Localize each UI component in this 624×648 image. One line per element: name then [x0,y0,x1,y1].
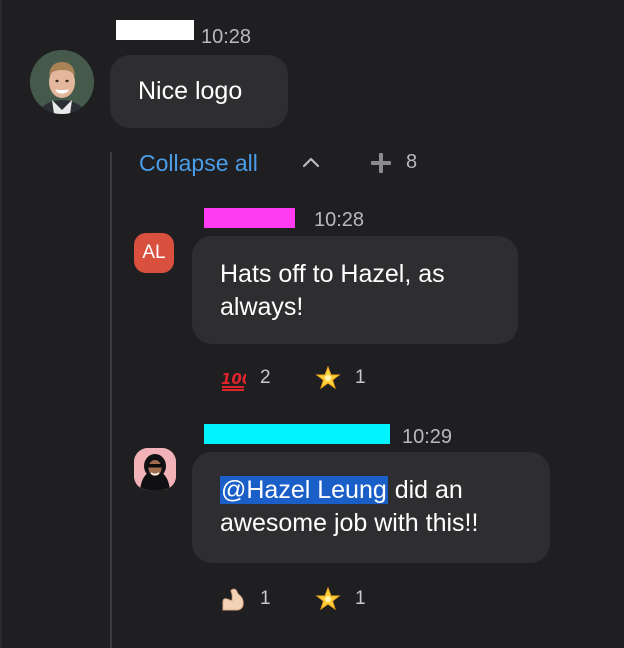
hundred-points-icon: 100 [221,370,246,391]
glowing-star-icon [315,586,341,611]
avatar[interactable] [30,50,94,114]
reaction-pill[interactable]: 1 [315,365,366,391]
glowing-star-icon [315,365,341,390]
sender-name-redacted[interactable] [204,424,390,444]
svg-text:100: 100 [221,370,246,388]
reaction-count: 2 [260,367,271,388]
user-photo-icon [134,448,176,490]
reaction-count: 8 [406,151,418,173]
user-mention-link[interactable]: @Hazel Leung [220,476,388,504]
message-text: Nice logo [138,77,243,105]
reaction-count: 1 [260,588,271,609]
chevron-up-icon[interactable] [301,154,321,170]
reaction-pill[interactable]: 1 [220,586,271,612]
reaction-pill[interactable]: 1 [315,586,366,612]
user-photo-icon [30,50,94,114]
message-timestamp: 10:29 [402,426,453,448]
thread-line [110,152,112,648]
chat-thread-view: 10:28 Nice logo Collapse all 8 10:28 AL [0,0,624,648]
sender-name-redacted[interactable] [204,208,295,228]
message-bubble[interactable]: @Hazel Leung did an awesome job with thi… [192,452,550,563]
reaction-pill[interactable]: 100 2 [220,365,271,391]
message-timestamp: 10:28 [201,26,252,48]
reaction-count: 1 [355,367,366,388]
message-text: Hats off to Hazel, as always! [220,260,445,321]
avatar[interactable] [134,448,176,490]
flexed-biceps-icon [222,588,244,611]
panel-divider [0,0,2,648]
reaction-count: 1 [355,588,366,609]
message-bubble[interactable]: Nice logo [110,55,288,128]
sender-name-redacted[interactable] [116,20,194,40]
message-timestamp: 10:28 [314,209,365,231]
avatar-initials: AL [142,242,166,263]
add-reaction-button[interactable]: 8 [370,151,417,174]
avatar[interactable]: AL [134,233,174,273]
message-bubble[interactable]: Hats off to Hazel, as always! [192,236,518,344]
collapse-all-link[interactable]: Collapse all [139,148,258,178]
plus-icon [371,152,391,173]
